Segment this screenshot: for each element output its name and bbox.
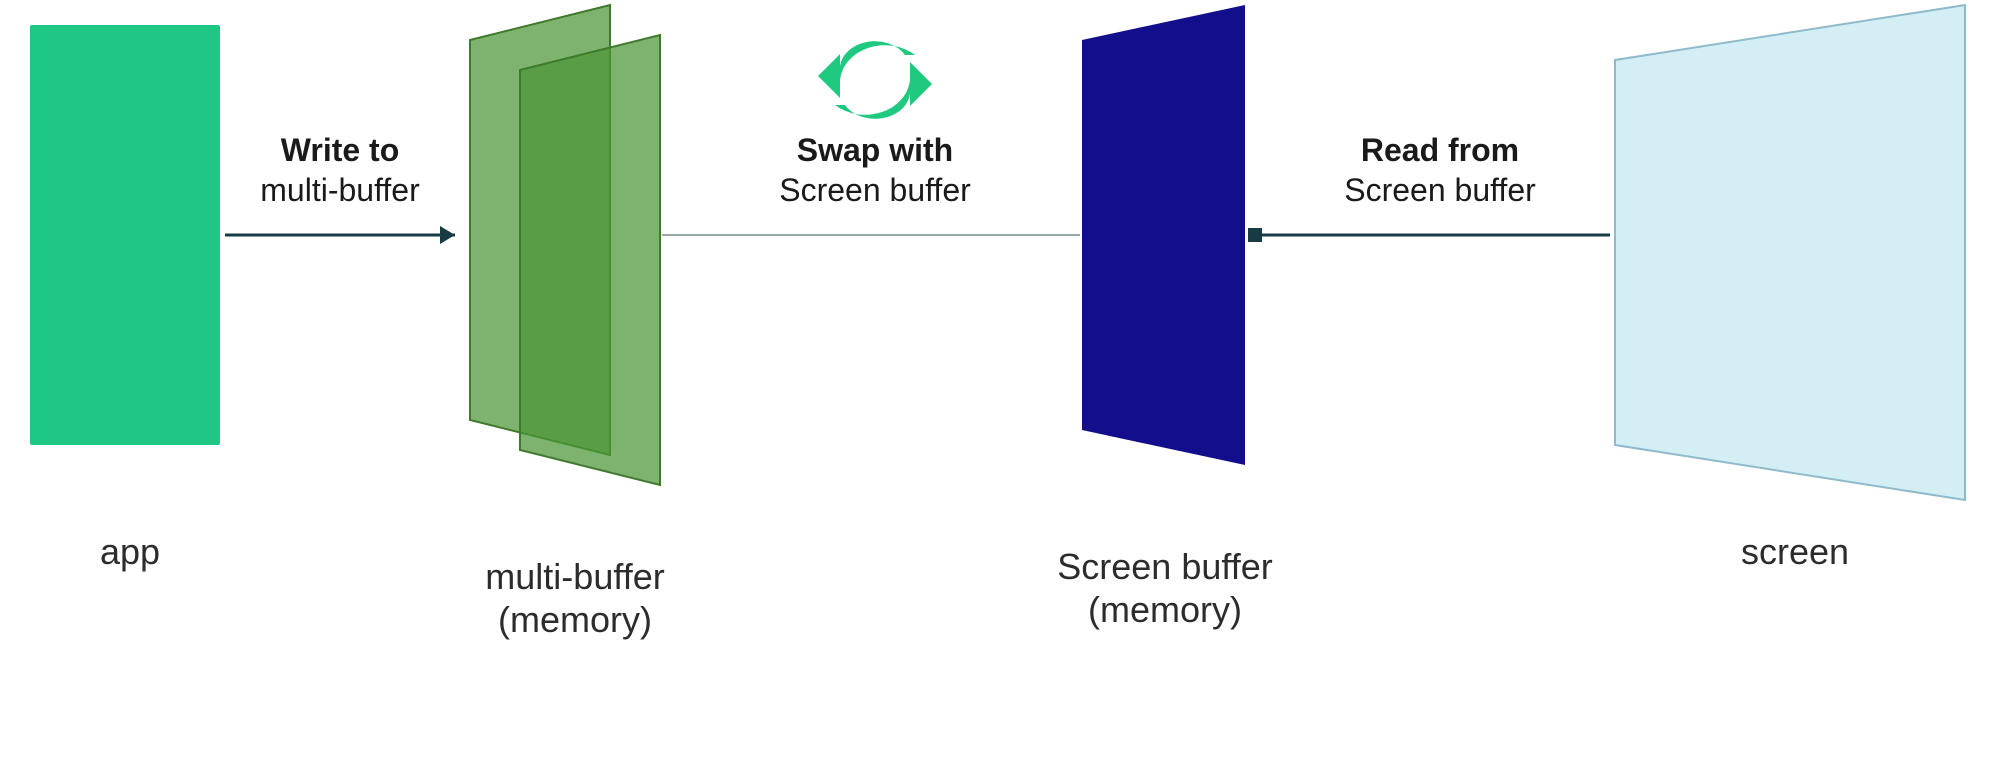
multibuffer-caption-l1: multi-buffer bbox=[485, 556, 664, 597]
read-label-bold: Read from bbox=[1361, 132, 1519, 168]
write-label-bold: Write to bbox=[281, 132, 400, 168]
screenbuffer-caption-l1: Screen buffer bbox=[1057, 546, 1272, 587]
swap-icon bbox=[818, 41, 932, 119]
swap-label-bold: Swap with bbox=[797, 132, 953, 168]
app-node bbox=[30, 25, 220, 445]
write-label-rest: multi-buffer bbox=[260, 172, 419, 208]
app-caption: app bbox=[70, 530, 190, 573]
multibuffer-front-panel bbox=[520, 35, 660, 485]
swap-label: Swap with Screen buffer bbox=[765, 130, 985, 210]
arrow-read-head bbox=[1248, 228, 1262, 242]
screen-node bbox=[1615, 5, 1965, 500]
swap-label-rest: Screen buffer bbox=[779, 172, 971, 208]
screenbuffer-node bbox=[1082, 5, 1245, 465]
screenbuffer-caption-l2: (memory) bbox=[1088, 589, 1242, 630]
read-label-rest: Screen buffer bbox=[1344, 172, 1536, 208]
multibuffer-caption-l2: (memory) bbox=[498, 599, 652, 640]
multibuffer-caption: multi-buffer (memory) bbox=[460, 555, 690, 641]
arrow-write-head bbox=[440, 226, 455, 244]
diagram-stage: Write to multi-buffer Swap with Screen b… bbox=[0, 0, 1999, 771]
read-label: Read from Screen buffer bbox=[1330, 130, 1550, 210]
diagram-svg bbox=[0, 0, 1999, 771]
write-label: Write to multi-buffer bbox=[240, 130, 440, 210]
screenbuffer-caption: Screen buffer (memory) bbox=[1030, 545, 1300, 631]
screen-caption: screen bbox=[1720, 530, 1870, 573]
